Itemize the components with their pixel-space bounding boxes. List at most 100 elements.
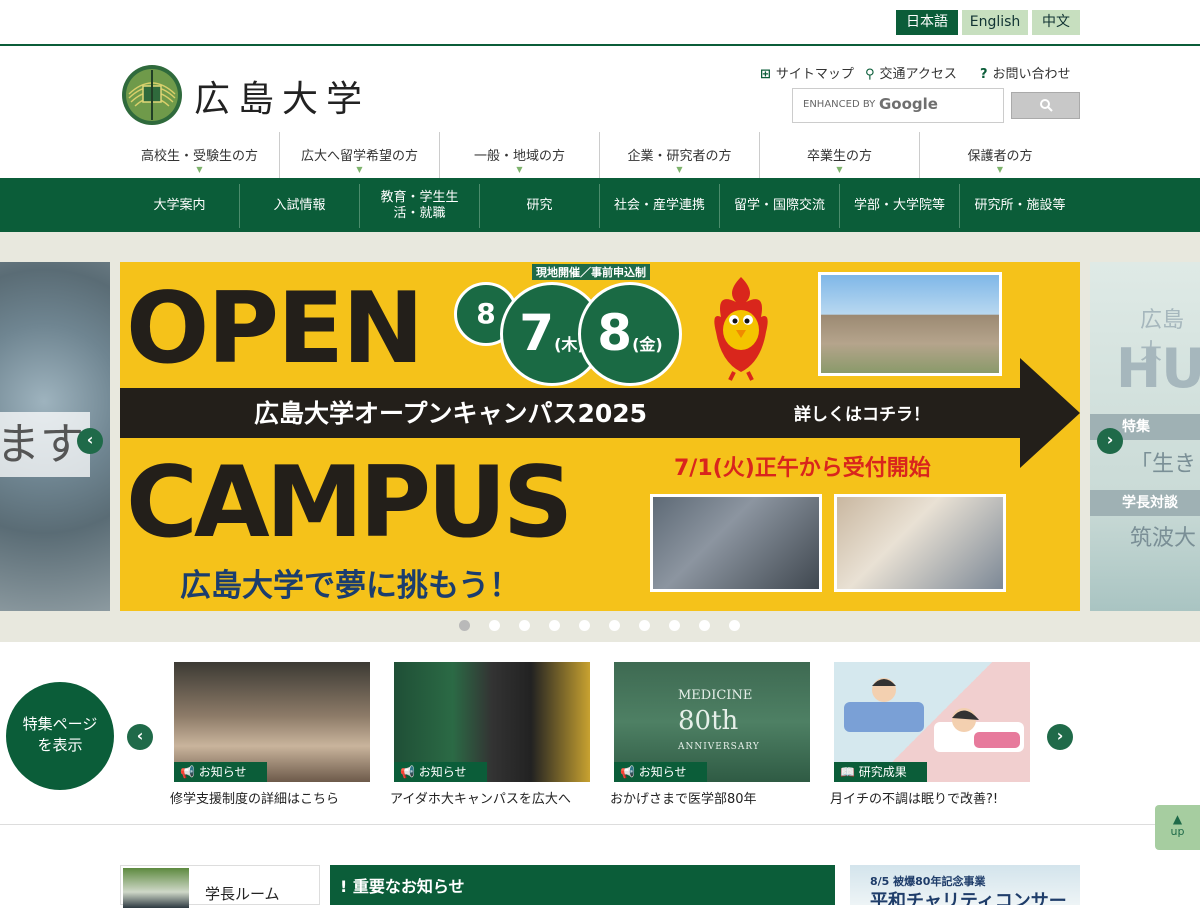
section-divider xyxy=(0,824,1200,825)
triangle-down-icon: ▼ xyxy=(836,165,843,174)
google-logo: Google xyxy=(879,95,938,113)
audience-nav-business[interactable]: 企業・研究者の方 ▼ xyxy=(600,132,760,178)
card-tag-label: お知らせ xyxy=(418,765,467,779)
feature-card[interactable]: MEDICINE 80th ANNIVERSARY 📢 お知らせ xyxy=(614,662,810,782)
carousel-dot[interactable] xyxy=(579,620,590,631)
feature-card[interactable]: 📢 お知らせ xyxy=(394,662,590,782)
triangle-down-icon: ▼ xyxy=(516,165,523,174)
card-image-text: 80th xyxy=(678,706,739,736)
audience-label: 広大へ留学希望の方 xyxy=(300,149,418,164)
banner-detail-link: 詳しくはコチラ！ xyxy=(794,405,930,425)
audience-nav-public[interactable]: 一般・地域の方 ▼ xyxy=(440,132,600,178)
card-tag: 📖 研究成果 xyxy=(834,762,927,782)
sitemap-link[interactable]: ⊞ サイトマップ xyxy=(760,63,854,82)
carousel-dot[interactable] xyxy=(729,620,740,631)
side-slide-text: 「生き xyxy=(1130,452,1197,477)
audience-label: 高校生・受験生の方 xyxy=(140,149,258,164)
carousel-dot[interactable] xyxy=(639,620,650,631)
banner-campus-text: CAMPUS xyxy=(126,446,573,560)
card-tag: 📢 お知らせ xyxy=(174,762,267,782)
card-tag-label: 研究成果 xyxy=(858,765,907,779)
feature-card[interactable]: 📖 研究成果 xyxy=(834,662,1030,782)
carousel-dot[interactable] xyxy=(609,620,620,631)
students-photo xyxy=(834,494,1006,592)
lang-english-button[interactable]: English xyxy=(962,10,1028,35)
scroll-to-top-button[interactable]: ▲ up xyxy=(1155,805,1200,850)
carousel-dot[interactable] xyxy=(459,620,470,631)
main-nav-institutes[interactable]: 研究所・施設等 xyxy=(960,184,1080,228)
side-slide-tag: 学長対談 xyxy=(1090,490,1200,516)
lang-japanese-button[interactable]: 日本語 xyxy=(896,10,958,35)
question-icon: ? xyxy=(980,67,988,82)
top-divider xyxy=(0,44,1200,46)
audience-label: 保護者の方 xyxy=(967,149,1033,164)
card-caption[interactable]: 月イチの不調は眠りで改善?! xyxy=(830,788,998,807)
audience-nav-prospective[interactable]: 高校生・受験生の方 ▼ xyxy=(120,132,280,178)
day-number: 7 xyxy=(519,304,555,362)
main-nav-industry[interactable]: 社会・産学連携 xyxy=(600,184,720,228)
president-photo xyxy=(123,868,189,908)
feature-page-label: 特集ページを表示 xyxy=(22,715,98,754)
campus-building-photo xyxy=(818,272,1002,376)
card-image-text: MEDICINE xyxy=(678,688,753,703)
audience-nav-international[interactable]: 広大へ留学希望の方 ▼ xyxy=(280,132,440,178)
main-nav-about[interactable]: 大学案内 xyxy=(120,184,240,228)
megaphone-icon: 📢 xyxy=(400,765,419,779)
card-caption[interactable]: おかげさまで医学部80年 xyxy=(610,788,757,807)
carousel-prev-button[interactable]: ‹ xyxy=(77,428,103,454)
banner-date-day2: 8(金) xyxy=(578,282,682,386)
important-notice-title: ! 重要なお知らせ xyxy=(340,873,465,897)
audience-nav-alumni[interactable]: 卒業生の方 ▼ xyxy=(760,132,920,178)
up-label: up xyxy=(1170,825,1185,838)
university-emblem-icon[interactable] xyxy=(121,64,183,126)
card-tag: 📢 お知らせ xyxy=(614,762,707,782)
lecture-photo xyxy=(650,494,822,592)
access-link[interactable]: ⚲ 交通アクセス xyxy=(865,63,957,82)
main-nav-research[interactable]: 研究 xyxy=(480,184,600,228)
feature-page-button[interactable]: 特集ページを表示 xyxy=(6,682,114,790)
weekday: (金) xyxy=(632,335,663,354)
triangle-down-icon: ▼ xyxy=(356,165,363,174)
lang-chinese-button[interactable]: 中文 xyxy=(1032,10,1080,35)
main-nav-admissions[interactable]: 入試情報 xyxy=(240,184,360,228)
map-pin-icon: ⚲ xyxy=(865,67,875,82)
carousel-dot[interactable] xyxy=(519,620,530,631)
carousel-dot[interactable] xyxy=(489,620,500,631)
president-room-link[interactable]: 学長ルーム xyxy=(120,865,320,908)
search-placeholder: ENHANCED BY xyxy=(803,99,876,110)
carousel-dot[interactable] xyxy=(669,620,680,631)
sleep-illustration-icon xyxy=(844,678,1024,752)
audience-nav-parents[interactable]: 保護者の方 ▼ xyxy=(920,132,1080,178)
banner-reception-date: 7/1(火)正午から受付開始 xyxy=(674,456,931,481)
main-nav-education[interactable]: 教育・学生生活・就職 xyxy=(360,184,480,228)
triangle-down-icon: ▼ xyxy=(996,165,1004,174)
open-campus-banner[interactable]: OPEN 広島大学オープンキャンパス2025 詳しくはコチラ！ CAMPUS 現… xyxy=(120,262,1080,611)
notice-label: 重要なお知らせ xyxy=(352,877,465,896)
contact-label: お問い合わせ xyxy=(992,67,1071,82)
carousel-next-button[interactable]: › xyxy=(1097,428,1123,454)
access-label: 交通アクセス xyxy=(879,67,957,82)
audience-label: 一般・地域の方 xyxy=(473,149,565,164)
search-input[interactable]: ENHANCED BY Google xyxy=(792,88,1004,123)
banner-small-label: 現地開催／事前申込制 xyxy=(532,264,650,280)
search-icon xyxy=(1040,99,1053,112)
main-nav-faculties[interactable]: 学部・大学院等 xyxy=(840,184,960,228)
carousel-dot[interactable] xyxy=(699,620,710,631)
day-number: 8 xyxy=(597,304,633,362)
features-prev-button[interactable]: ‹ xyxy=(127,724,153,750)
contact-link[interactable]: ? お問い合わせ xyxy=(980,63,1071,82)
sitemap-label: サイトマップ xyxy=(775,67,854,82)
main-nav-international[interactable]: 留学・国際交流 xyxy=(720,184,840,228)
card-caption[interactable]: アイダホ大キャンパスを広大へ xyxy=(390,788,571,807)
concert-banner[interactable]: 8/5 被爆80年記念事業 平和チャリティコンサート xyxy=(850,865,1080,905)
card-image-text: ANNIVERSARY xyxy=(678,742,760,752)
features-next-button[interactable]: › xyxy=(1047,724,1073,750)
carousel-dot[interactable] xyxy=(549,620,560,631)
banner-slogan: 広島大学で夢に挑もう！ xyxy=(180,568,521,604)
card-caption[interactable]: 修学支援制度の詳細はこちら xyxy=(170,788,339,807)
search-button[interactable] xyxy=(1011,92,1080,119)
chevron-right-icon: › xyxy=(1106,430,1114,449)
feature-card[interactable]: 📢 お知らせ xyxy=(174,662,370,782)
language-bar: 日本語 English 中文 xyxy=(0,0,1200,46)
site-name[interactable]: 広島大学 xyxy=(194,70,370,122)
